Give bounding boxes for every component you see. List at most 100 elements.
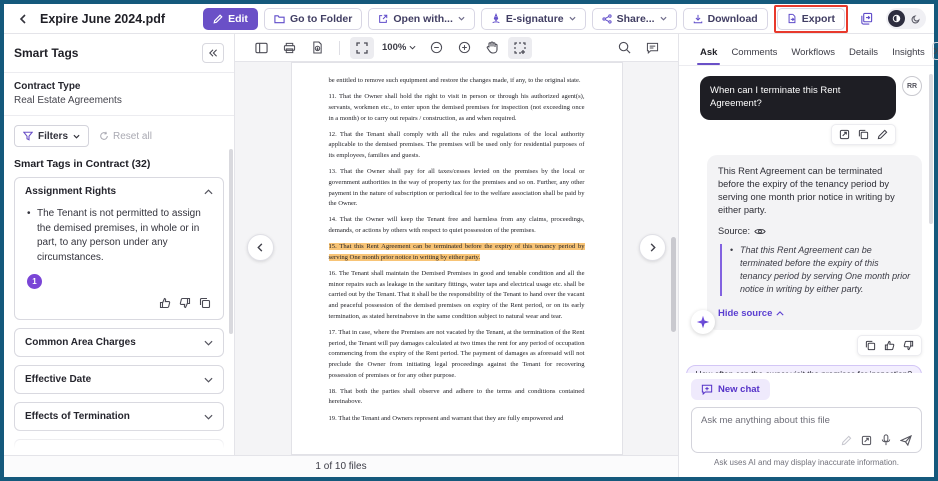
attach-content-icon[interactable]	[861, 435, 872, 446]
eye-icon[interactable]	[754, 227, 766, 236]
copy-icon[interactable]	[858, 129, 869, 140]
accordion-title: Expiration Date	[25, 448, 98, 455]
top-bar: Expire June 2024.pdf Edit Go to Folder O…	[4, 4, 934, 34]
accordion-collapsed: Common Area Charges	[14, 328, 224, 357]
edit-button[interactable]: Edit	[203, 8, 258, 30]
new-chat-label: New chat	[718, 384, 760, 395]
chat-scrollbar[interactable]	[929, 74, 933, 224]
send-icon[interactable]	[900, 435, 912, 446]
pdf-page: be entitled to remove such equipment and…	[291, 62, 623, 455]
sidebar-collapse-button[interactable]	[202, 43, 224, 63]
download-button[interactable]: Download	[683, 8, 768, 30]
document-download-button[interactable]	[305, 37, 329, 59]
edit-question-icon[interactable]	[877, 129, 888, 140]
tab-comments[interactable]: Comments	[724, 43, 784, 65]
accordion-title: Assignment Rights	[25, 186, 116, 197]
hide-source-link[interactable]: Hide source	[718, 307, 784, 320]
zoom-level-dropdown[interactable]: 100%	[378, 42, 420, 53]
reset-all-button[interactable]: Reset all	[99, 131, 152, 142]
pdf-paragraph: 12. That the Tenant shall comply with al…	[329, 130, 585, 162]
content-row: Smart Tags Contract Type Real Estate Agr…	[4, 34, 678, 455]
accordion-header[interactable]: Effects of Termination	[15, 403, 223, 430]
fit-to-screen-button[interactable]	[350, 37, 374, 59]
accordion-header[interactable]: Common Area Charges	[15, 329, 223, 356]
copy-icon[interactable]	[865, 340, 876, 351]
suggested-questions: How often can the owner visit the premis…	[691, 365, 922, 373]
files-footer: 1 of 10 files	[4, 455, 678, 477]
contrast-icon	[892, 14, 901, 23]
zoom-out-button[interactable]	[424, 37, 448, 59]
panel-bottom: New chat Ask me anything about this file…	[679, 373, 934, 477]
chevron-left-icon	[256, 243, 265, 252]
export-button[interactable]: Export	[777, 8, 845, 30]
thumbnails-toggle-button[interactable]	[249, 37, 273, 59]
suggested-question-chip[interactable]: How often can the owner visit the premis…	[686, 365, 922, 373]
hide-source-label: Hide source	[718, 307, 772, 320]
pdf-scrollbar[interactable]	[671, 237, 676, 332]
thumbs-up-icon[interactable]	[159, 297, 171, 309]
annotations-button[interactable]	[640, 37, 664, 59]
file-title: Expire June 2024.pdf	[40, 12, 165, 26]
source-label: Source:	[718, 225, 750, 238]
quote-export-icon[interactable]	[839, 129, 850, 140]
pdf-paragraph: 13. That the Owner shall pay for all tax…	[329, 167, 585, 210]
pdf-paragraph-text: 12. That the Tenant shall comply with al…	[329, 131, 585, 159]
previous-page-button[interactable]	[247, 234, 274, 261]
collections-button[interactable]	[854, 8, 878, 30]
reset-icon	[99, 131, 109, 141]
left-stack: Smart Tags Contract Type Real Estate Agr…	[4, 34, 678, 477]
go-to-folder-label: Go to Folder	[290, 13, 352, 25]
chevron-down-icon	[204, 451, 213, 456]
occurrence-badge[interactable]: 1	[27, 274, 42, 289]
thumbs-down-icon[interactable]	[903, 340, 914, 351]
go-to-folder-button[interactable]: Go to Folder	[264, 8, 362, 30]
back-button[interactable]	[14, 10, 32, 28]
theme-toggle[interactable]	[886, 8, 926, 29]
files-count: 1 of 10 files	[315, 461, 366, 472]
accordion-header[interactable]: Assignment Rights	[15, 178, 223, 205]
tab-workflows[interactable]: Workflows	[784, 43, 842, 65]
region-select-button[interactable]	[508, 37, 532, 59]
tab-insights[interactable]: Insights	[885, 43, 932, 65]
zoom-in-button[interactable]	[452, 37, 476, 59]
sidebar-title: Smart Tags	[14, 46, 78, 60]
pdf-paragraph: be entitled to remove such equipment and…	[329, 76, 585, 87]
ask-input[interactable]: Ask me anything about this file	[691, 407, 922, 453]
pan-tool-button[interactable]	[480, 37, 504, 59]
microphone-icon[interactable]	[881, 434, 891, 446]
pdf-paragraph-text: 16. The Tenant shall maintain the Demise…	[329, 270, 585, 320]
ai-answer-text: This Rent Agreement can be terminated be…	[718, 165, 911, 217]
copy-icon[interactable]	[199, 297, 211, 309]
new-chat-button[interactable]: New chat	[691, 379, 770, 400]
tabs-expand-button[interactable]	[932, 42, 938, 60]
esignature-pen-icon	[491, 13, 501, 24]
sidebar-header: Smart Tags	[4, 34, 234, 73]
next-page-button[interactable]	[639, 234, 666, 261]
pdf-paragraph-text: 14. That the Owner will keep the Tenant …	[329, 216, 585, 234]
print-button[interactable]	[277, 37, 301, 59]
pdf-paragraph: 18. That both the parties shall observe …	[329, 387, 585, 408]
chevron-down-icon	[204, 414, 213, 420]
thumbs-down-icon[interactable]	[179, 297, 191, 309]
comment-icon	[646, 42, 659, 54]
esignature-button[interactable]: E-signature	[481, 8, 586, 30]
accordion-header[interactable]: Effective Date	[15, 366, 223, 393]
pdf-canvas: be entitled to remove such equipment and…	[235, 62, 678, 455]
filters-button[interactable]: Filters	[14, 125, 89, 147]
search-button[interactable]	[612, 37, 636, 59]
thumbs-up-icon[interactable]	[884, 340, 895, 351]
pen-icon[interactable]	[841, 435, 852, 446]
pdf-viewer: 100%	[235, 34, 678, 455]
accordion-header[interactable]: Expiration Date	[15, 440, 223, 455]
tab-details[interactable]: Details	[842, 43, 885, 65]
user-avatar[interactable]: RR	[902, 76, 922, 96]
share-button[interactable]: Share...	[592, 8, 677, 30]
tab-ask[interactable]: Ask	[693, 43, 724, 65]
user-message-row: When can I terminate this Rent Agreement…	[691, 76, 922, 120]
edit-label: Edit	[228, 13, 248, 25]
open-with-button[interactable]: Open with...	[368, 8, 475, 30]
ai-sparkle-icon	[696, 315, 710, 329]
ai-disclaimer: Ask uses AI and may display inaccurate i…	[691, 453, 922, 473]
main-area: Smart Tags Contract Type Real Estate Agr…	[4, 34, 934, 477]
sidebar-scrollbar[interactable]	[229, 149, 233, 334]
